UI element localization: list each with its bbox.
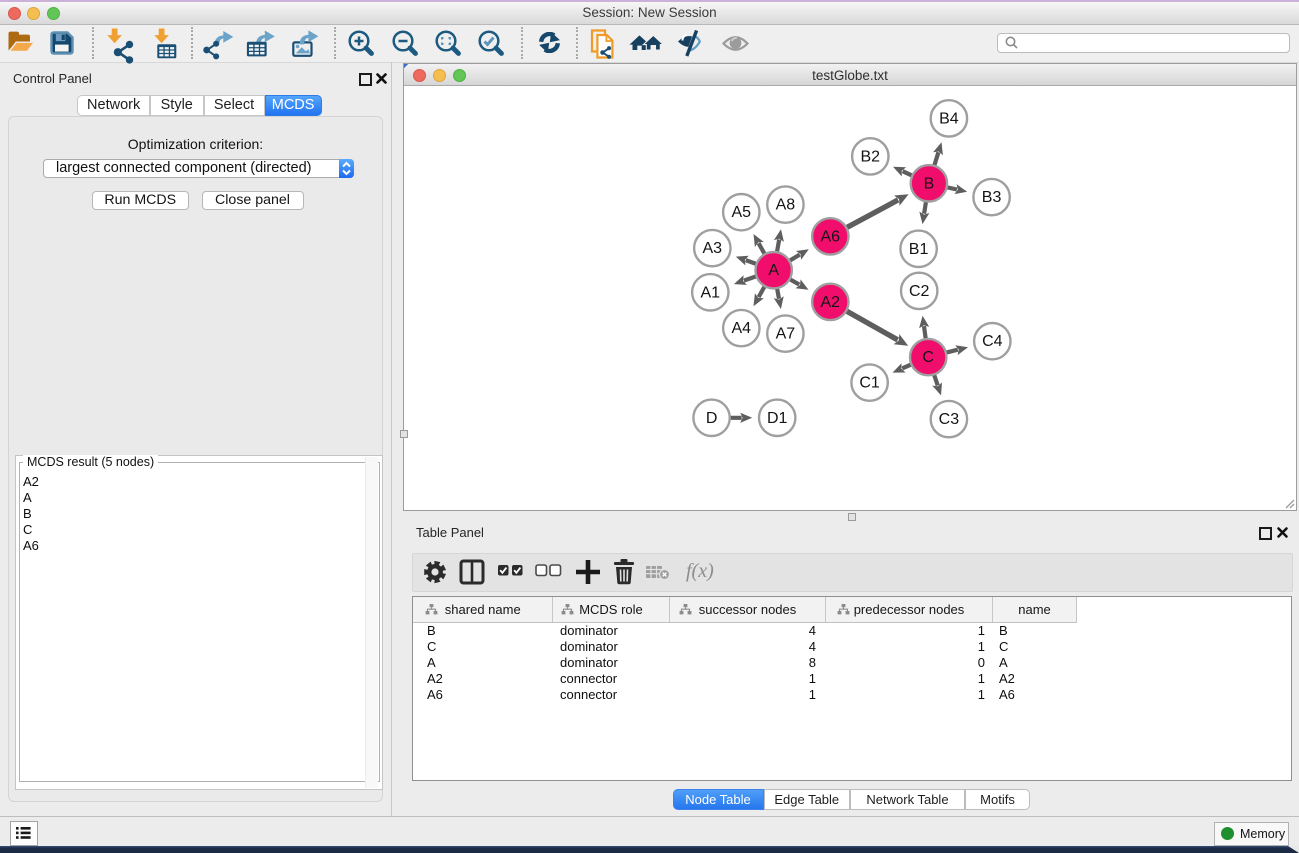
svg-text:B: B (924, 175, 935, 192)
svg-text:C4: C4 (982, 333, 1003, 350)
svg-text:C: C (922, 349, 934, 366)
svg-text:C2: C2 (909, 283, 930, 300)
svg-text:A3: A3 (703, 240, 723, 257)
svg-text:A4: A4 (732, 320, 752, 337)
svg-text:B2: B2 (861, 148, 881, 165)
svg-text:B3: B3 (982, 189, 1002, 206)
svg-text:A1: A1 (701, 284, 721, 301)
svg-text:D1: D1 (767, 410, 788, 427)
svg-text:A6: A6 (821, 228, 841, 245)
svg-text:A2: A2 (821, 294, 841, 311)
svg-text:B4: B4 (939, 110, 959, 127)
svg-text:A8: A8 (776, 197, 796, 214)
svg-text:A5: A5 (732, 204, 752, 221)
svg-text:A: A (768, 262, 779, 279)
svg-text:B1: B1 (909, 241, 929, 258)
svg-text:C1: C1 (859, 375, 880, 392)
svg-text:D: D (706, 410, 718, 427)
svg-text:A7: A7 (776, 326, 796, 343)
svg-text:C3: C3 (939, 411, 960, 428)
